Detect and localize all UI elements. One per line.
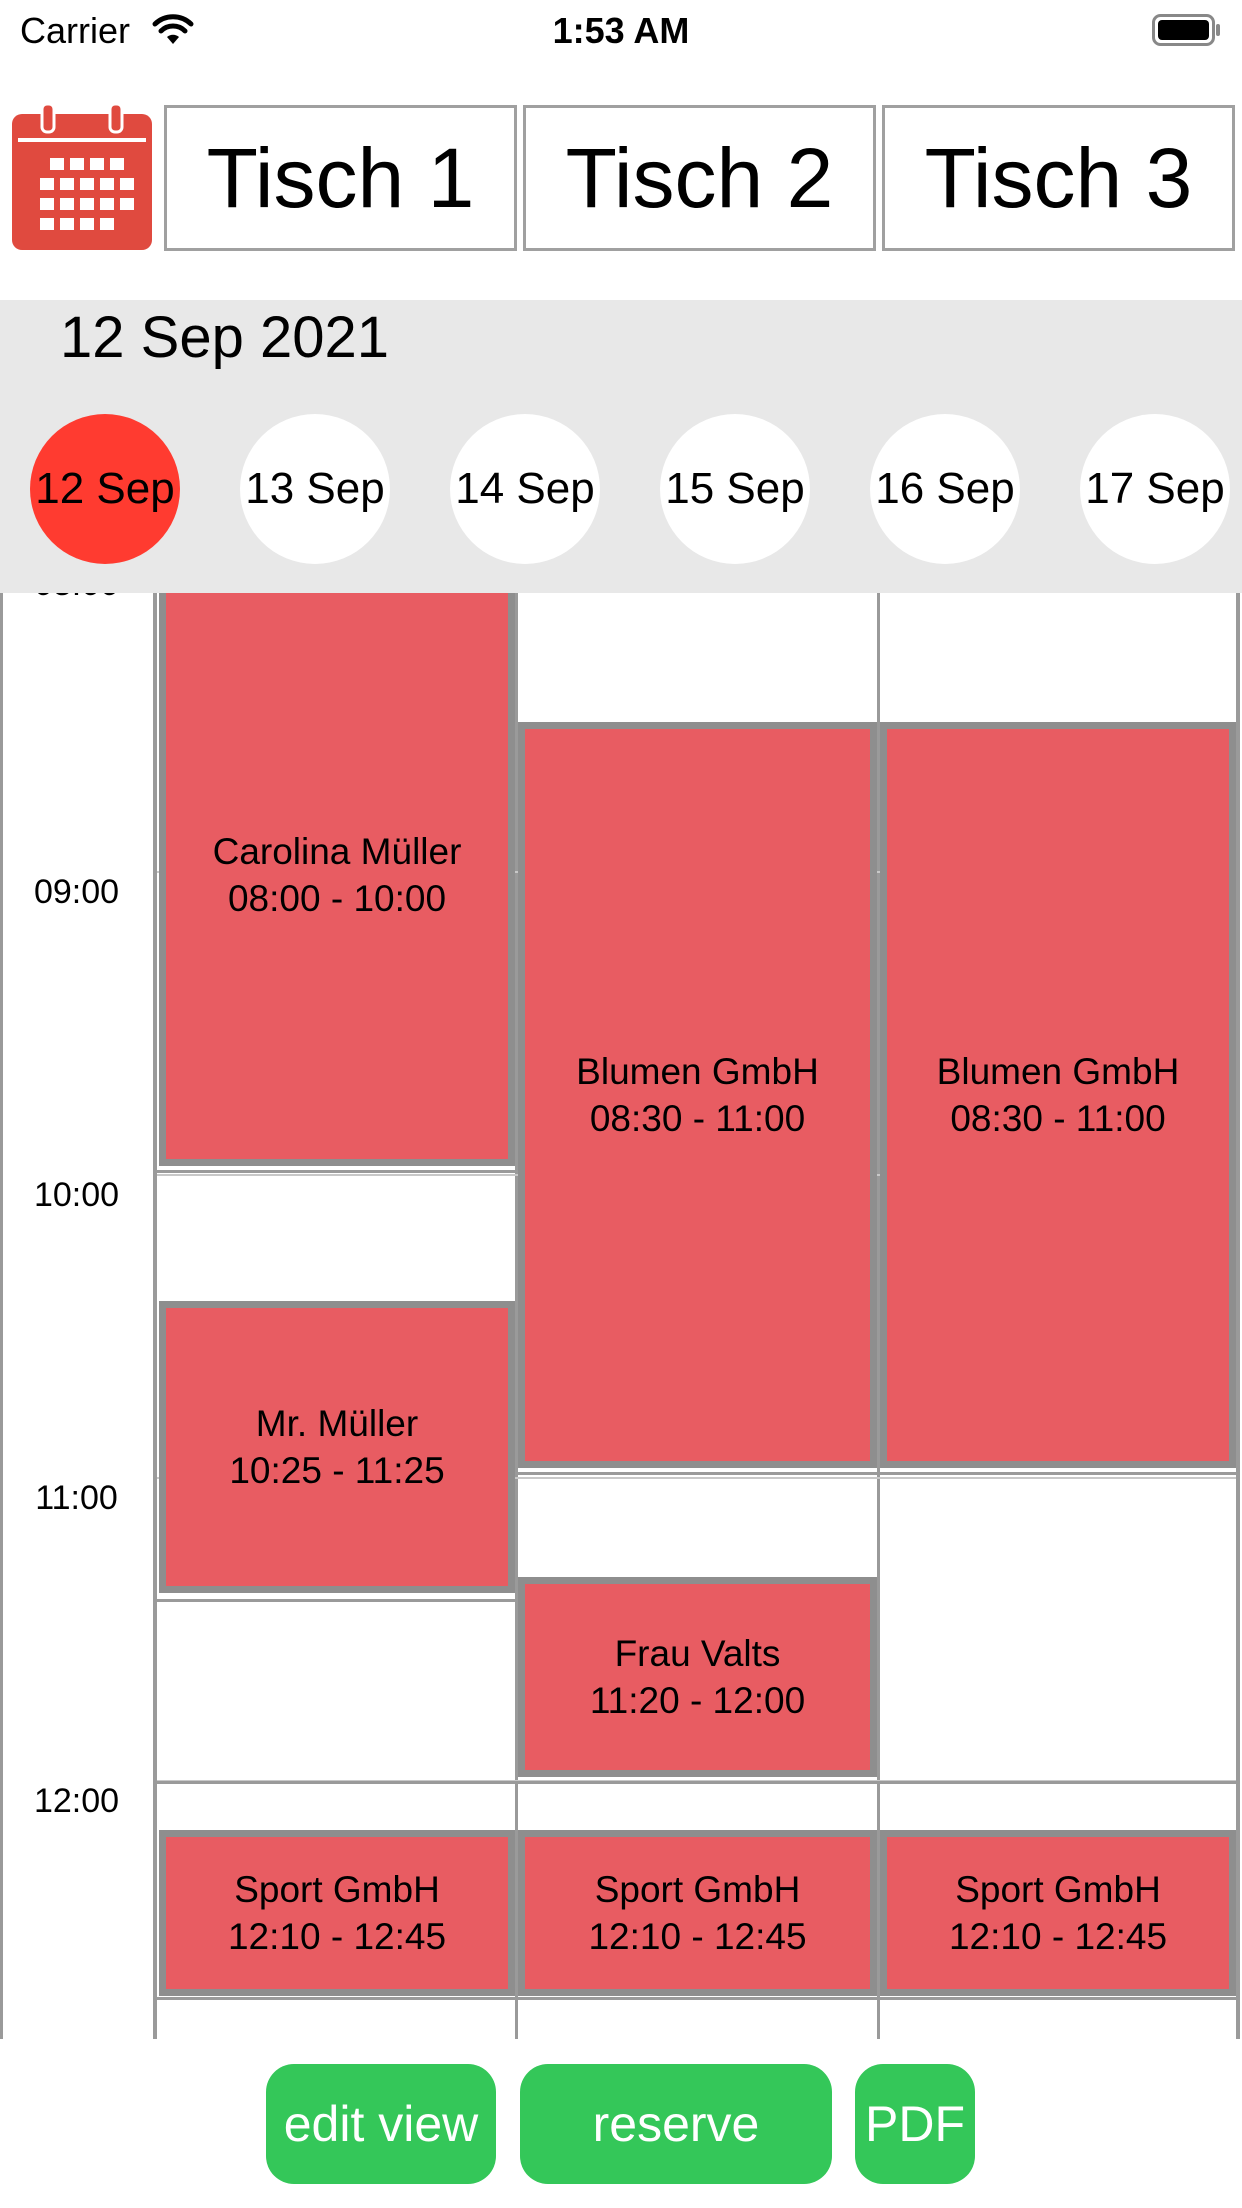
- time-axis-line: [153, 593, 157, 2039]
- time-label-11: 11:00: [35, 1479, 118, 1517]
- reservation-name: Blumen GmbH: [576, 1051, 819, 1092]
- reservation-name: Sport GmbH: [594, 1869, 801, 1910]
- reservation-block[interactable]: Carolina Müller 08:00 - 10:00: [159, 593, 515, 1166]
- day-pill-13-sep[interactable]: 13 Sep: [240, 414, 390, 564]
- time-label-12: 12:00: [33, 1782, 120, 1820]
- reservation-time: 12:10 - 12:45: [588, 1916, 807, 1957]
- grid-edge: [0, 593, 3, 2039]
- time-label-10: 10:00: [33, 1176, 120, 1214]
- day-pill-15-sep[interactable]: 15 Sep: [660, 414, 810, 564]
- schedule-grid[interactable]: 08:00 09:00 10:00 11:00 12:00 Carolina M…: [0, 593, 1242, 2039]
- tab-tisch-1[interactable]: Tisch 1: [164, 105, 517, 251]
- slot-separator: [157, 1781, 1236, 1784]
- reservation-name: Sport GmbH: [234, 1869, 440, 1910]
- reservation-name: Mr. Müller: [255, 1403, 419, 1444]
- day-pill-14-sep[interactable]: 14 Sep: [450, 414, 600, 564]
- reservation-block[interactable]: Frau Valts 11:20 - 12:00: [518, 1577, 877, 1777]
- grid-edge: [1236, 593, 1240, 2039]
- reservation-block[interactable]: Blumen GmbH 08:30 - 11:00: [518, 722, 877, 1468]
- slot-separator: [157, 1170, 515, 1173]
- status-bar: Carrier 1:53 AM: [0, 0, 1242, 64]
- reservation-name: Carolina Müller: [212, 830, 462, 872]
- day-pill-12-sep[interactable]: 12 Sep: [30, 414, 180, 564]
- reservation-time: 12:10 - 12:45: [948, 1916, 1168, 1957]
- reservation-block[interactable]: Sport GmbH 12:10 - 12:45: [159, 1830, 515, 1996]
- reservation-block[interactable]: Mr. Müller 10:25 - 11:25: [159, 1301, 515, 1593]
- reservation-block[interactable]: Blumen GmbH 08:30 - 11:00: [880, 722, 1236, 1468]
- slot-separator: [157, 1997, 1236, 2000]
- reservation-time: 10:25 - 11:25: [229, 1450, 445, 1491]
- calendar-icon[interactable]: [12, 104, 152, 250]
- day-pill-16-sep[interactable]: 16 Sep: [870, 414, 1020, 564]
- reservation-time: 11:20 - 12:00: [589, 1680, 806, 1721]
- reservation-name: Blumen GmbH: [936, 1051, 1180, 1092]
- reservation-time: 08:30 - 11:00: [589, 1098, 806, 1139]
- reservation-name: Sport GmbH: [955, 1869, 1161, 1910]
- slot-separator: [518, 1472, 1236, 1475]
- pdf-button[interactable]: PDF: [855, 2064, 975, 2184]
- reservation-time: 08:30 - 11:00: [950, 1098, 1166, 1139]
- time-label-09: 09:00: [33, 873, 120, 911]
- reserve-button[interactable]: reserve: [520, 2064, 832, 2184]
- selected-date-title: 12 Sep 2021: [60, 305, 389, 370]
- status-time: 1:53 AM: [552, 10, 690, 51]
- reservation-time: 12:10 - 12:45: [227, 1916, 447, 1957]
- tab-tisch-3[interactable]: Tisch 3: [882, 105, 1235, 251]
- time-label-08: 08:00: [0, 593, 153, 604]
- tab-tisch-2[interactable]: Tisch 2: [523, 105, 876, 251]
- reservation-block[interactable]: Sport GmbH 12:10 - 12:45: [518, 1830, 877, 1996]
- reservation-time: 08:00 - 10:00: [227, 877, 447, 919]
- reservation-block[interactable]: Sport GmbH 12:10 - 12:45: [880, 1830, 1236, 1996]
- day-pill-17-sep[interactable]: 17 Sep: [1080, 414, 1230, 564]
- slot-separator: [157, 1599, 515, 1602]
- edit-view-button[interactable]: edit view: [266, 2064, 496, 2184]
- battery-icon: [1152, 14, 1220, 46]
- reservation-name: Frau Valts: [614, 1633, 781, 1674]
